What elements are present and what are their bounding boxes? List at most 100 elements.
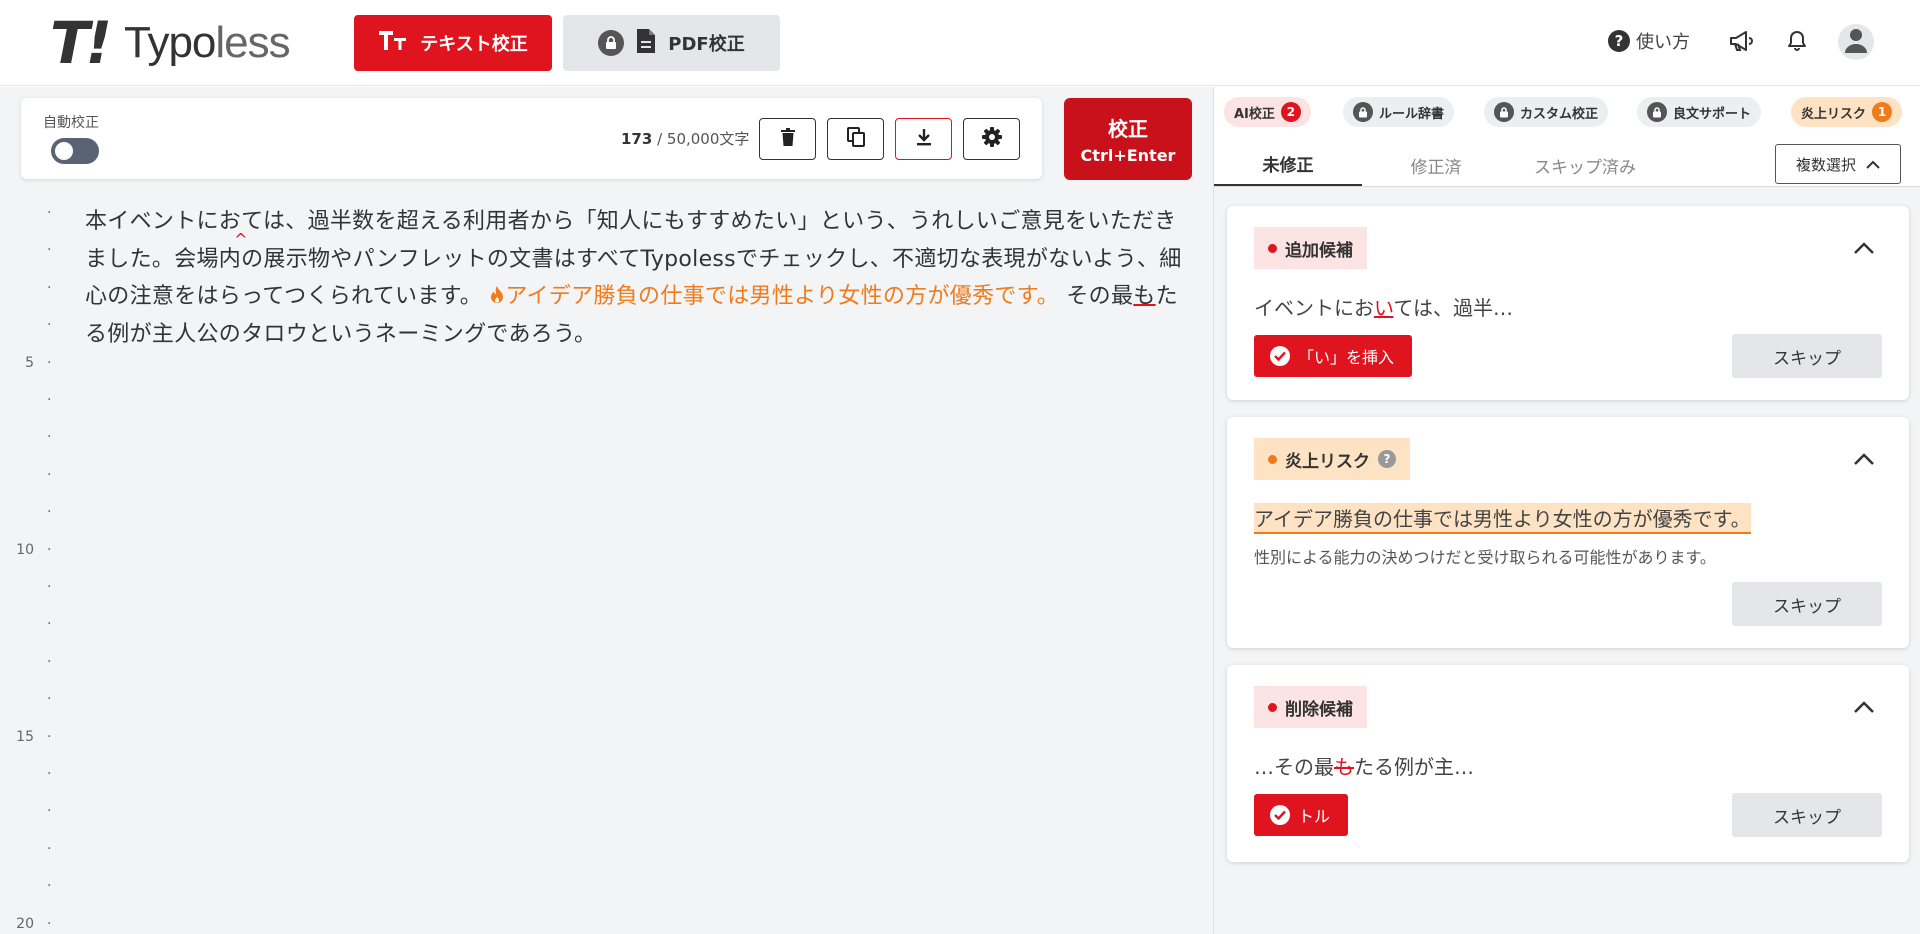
copy-icon [846, 127, 865, 151]
line-number: 5 [25, 354, 34, 371]
copy-text-button[interactable] [827, 118, 884, 160]
card-category-label: 追加候補 [1254, 227, 1367, 269]
skip-button[interactable]: スキップ [1732, 793, 1882, 837]
collapse-button[interactable] [1849, 445, 1879, 475]
multi-select-button[interactable]: 複数選択 [1775, 144, 1901, 184]
collapse-button[interactable] [1849, 693, 1879, 723]
lock-icon [1494, 102, 1514, 122]
line-dot: · [47, 205, 52, 221]
run-check-button[interactable]: 校正 Ctrl+Enter [1064, 98, 1192, 180]
check-circle-icon [1270, 805, 1290, 825]
text-check-mode-button[interactable]: テキスト校正 [354, 15, 552, 71]
announcement-button[interactable] [1726, 28, 1756, 58]
document-icon [636, 28, 656, 59]
bell-icon [1787, 30, 1807, 56]
question-circle-icon[interactable]: ? [1378, 450, 1396, 468]
line-number-row: · [0, 504, 60, 524]
user-avatar[interactable] [1838, 24, 1874, 60]
line-dot: · [47, 466, 52, 483]
run-check-shortcut: Ctrl+Enter [1080, 146, 1176, 165]
red-dot-icon [1268, 702, 1277, 712]
skip-button[interactable]: スキップ [1732, 582, 1882, 626]
good-writing-support-label: 良文サポート [1673, 106, 1752, 122]
chevron-up-icon [1853, 240, 1875, 259]
filter-ai-check[interactable]: AI校正 2 [1224, 97, 1311, 127]
tab-fixed[interactable]: 修正済 [1362, 143, 1510, 187]
user-icon [1844, 27, 1868, 57]
filter-rule-dictionary[interactable]: ルール辞書 [1343, 97, 1455, 127]
card-category-label: 削除候補 [1254, 686, 1367, 728]
logo-wordmark: Typoless [124, 18, 291, 67]
logo-mark: T! [50, 9, 112, 77]
editor-toolbar: 自動校正 173 / 50,000文字 [21, 98, 1042, 179]
line-number-row: · [0, 467, 60, 487]
line-number-row: · [0, 317, 60, 337]
line-number-row: 5 · [0, 355, 60, 375]
editor-text[interactable]: 本イベントにおては、過半数を超える利用者から「知人にもすすめたい」という、うれし… [85, 203, 1190, 353]
line-dot: · [47, 878, 52, 895]
filter-good-writing-support[interactable]: 良文サポート [1637, 97, 1762, 127]
chevron-up-icon [1866, 155, 1880, 173]
app-header: T! Typoless テキスト校正 PDF校正 ? 使い方 [0, 0, 1920, 86]
delete-marker[interactable]: も [1133, 284, 1155, 309]
tabs-divider [1214, 186, 1920, 187]
line-dot: · [47, 392, 52, 408]
filter-flame-risk[interactable]: 炎上リスク 1 [1791, 97, 1903, 127]
auto-check-label: 自動校正 [43, 115, 99, 131]
line-number-row: 20 · [0, 916, 60, 934]
line-number-row: · [0, 429, 60, 449]
line-number-row: 10 · [0, 542, 60, 562]
line-dot: · [47, 354, 52, 371]
line-number: 10 [16, 541, 34, 558]
download-icon [916, 128, 932, 150]
chevron-up-icon [1853, 451, 1875, 470]
char-count: 173 / 50,000文字 [621, 130, 750, 148]
line-number-row: · [0, 392, 60, 412]
tab-skipped[interactable]: スキップ済み [1510, 143, 1660, 187]
help-link[interactable]: ? 使い方 [1608, 28, 1690, 54]
line-number-row: · [0, 280, 60, 300]
ai-check-count-badge: 2 [1280, 102, 1301, 122]
notifications-button[interactable] [1782, 28, 1812, 58]
typoless-logo[interactable]: T! Typoless [50, 9, 291, 77]
insert-apply-button[interactable]: 「い」を挿入 [1254, 335, 1413, 377]
card-category-label: 炎上リスク ? [1254, 438, 1410, 480]
flame-icon [489, 284, 505, 309]
card-category-text: 炎上リスク [1285, 451, 1370, 472]
collapse-button[interactable] [1849, 234, 1879, 264]
flame-risk-label: 炎上リスク [1801, 106, 1867, 122]
line-number-row: · [0, 242, 60, 262]
suggestion-card-flame-risk: 炎上リスク ? アイデア勝負の仕事では男性より女性の方が優秀です。 性別による能… [1227, 417, 1909, 648]
line-dot: · [47, 803, 52, 820]
risk-explanation: 性別による能力の決めつけだと受け取られる可能性があります。 [1254, 548, 1716, 567]
flame-risk-highlight[interactable]: アイデア勝負の仕事では男性より女性の方が優秀です。 [489, 284, 1059, 309]
line-number-row: · [0, 803, 60, 823]
delete-apply-button[interactable]: トル [1254, 794, 1349, 836]
panel-top: AI校正 2 ルール辞書 カスタム校正 良文サポート 炎上リスク 1 未修正 修… [1214, 87, 1920, 187]
custom-check-label: カスタム校正 [1520, 106, 1599, 122]
risk-snippet: アイデア勝負の仕事では男性より女性の方が優秀です。 [1254, 503, 1751, 534]
flame-risk-count-badge: 1 [1872, 102, 1893, 122]
line-number-row: · [0, 616, 60, 636]
pdf-check-mode-button[interactable]: PDF校正 [563, 15, 780, 71]
clear-text-button[interactable] [759, 118, 816, 160]
suggestion-snippet: …その最もたる例が主… [1254, 755, 1474, 779]
filter-custom-check[interactable]: カスタム校正 [1484, 97, 1609, 127]
line-number-row: · [0, 766, 60, 786]
card-category-text: 追加候補 [1285, 240, 1353, 261]
suggestion-snippet: イベントにおいては、過半… [1254, 296, 1514, 320]
download-button[interactable] [895, 118, 952, 160]
tab-unfixed[interactable]: 未修正 [1214, 143, 1362, 187]
rule-dictionary-label: ルール辞書 [1379, 106, 1445, 122]
settings-button[interactable] [963, 118, 1020, 160]
line-dot: · [47, 317, 52, 334]
line-dot: · [47, 504, 52, 521]
line-dot: · [47, 840, 52, 857]
gear-icon [981, 127, 1002, 151]
skip-button[interactable]: スキップ [1732, 334, 1882, 378]
auto-check-toggle[interactable] [51, 138, 99, 164]
lock-icon [1353, 102, 1373, 122]
line-dot: · [47, 541, 52, 558]
orange-dot-icon [1268, 454, 1277, 464]
line-dot: · [47, 728, 52, 745]
